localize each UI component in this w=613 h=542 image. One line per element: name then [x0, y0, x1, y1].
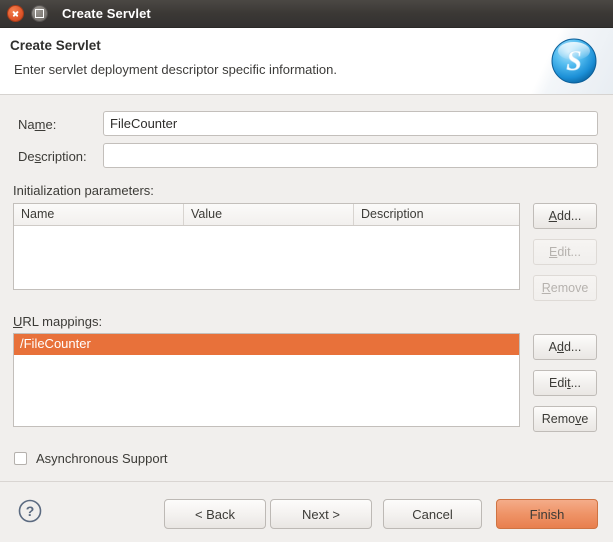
init-params-table[interactable]: Name Value Description: [13, 203, 520, 290]
column-header-value[interactable]: Value: [184, 204, 354, 225]
url-mappings-edit-button[interactable]: Edi t...: [533, 370, 597, 396]
svg-text:?: ?: [26, 503, 35, 519]
init-params-add-button[interactable]: Add...: [533, 203, 597, 229]
url-mappings-remove-button[interactable]: Remo v e: [533, 406, 597, 432]
cancel-button[interactable]: Cancel: [383, 499, 482, 529]
async-support-checkbox-row[interactable]: Asynchronous Support: [14, 451, 168, 466]
finish-button[interactable]: Finish: [496, 499, 598, 529]
next-button[interactable]: Next >: [270, 499, 372, 529]
description-label: Description:: [18, 149, 87, 164]
url-mappings-add-button[interactable]: Ad d...: [533, 334, 597, 360]
async-support-label: Asynchronous Support: [36, 451, 168, 466]
page-description: Enter servlet deployment descriptor spec…: [14, 62, 337, 77]
dialog-body: Name: Description: Initialization parame…: [0, 95, 613, 481]
description-input[interactable]: [103, 143, 598, 168]
name-label: Name:: [18, 117, 57, 132]
init-params-table-header: Name Value Description: [14, 204, 519, 226]
async-support-checkbox[interactable]: [14, 452, 27, 465]
name-input[interactable]: [103, 111, 598, 136]
window-maximize-icon[interactable]: [31, 5, 48, 22]
wizard-header: Create Servlet Enter servlet deployment …: [0, 28, 613, 95]
column-header-name[interactable]: Name: [14, 204, 184, 225]
page-title: Create Servlet: [10, 38, 101, 53]
back-button[interactable]: < Back: [164, 499, 266, 529]
window-titlebar[interactable]: Create Servlet: [0, 0, 613, 28]
servlet-s-icon: S: [551, 38, 597, 84]
create-servlet-dialog: Create Servlet Create Servlet Enter serv…: [0, 0, 613, 542]
window-close-icon[interactable]: [7, 5, 24, 22]
init-params-label: Initialization parameters:: [13, 183, 154, 198]
init-params-remove-button[interactable]: Remove: [533, 275, 597, 301]
init-params-edit-button[interactable]: Edit...: [533, 239, 597, 265]
svg-text:S: S: [566, 46, 582, 77]
url-mappings-list[interactable]: /FileCounter: [13, 333, 520, 427]
window-title: Create Servlet: [62, 6, 151, 21]
url-mappings-label: URL mappings:: [13, 314, 103, 329]
column-header-description[interactable]: Description: [354, 204, 519, 225]
help-question-icon[interactable]: ?: [18, 499, 42, 523]
list-item[interactable]: /FileCounter: [14, 334, 519, 355]
